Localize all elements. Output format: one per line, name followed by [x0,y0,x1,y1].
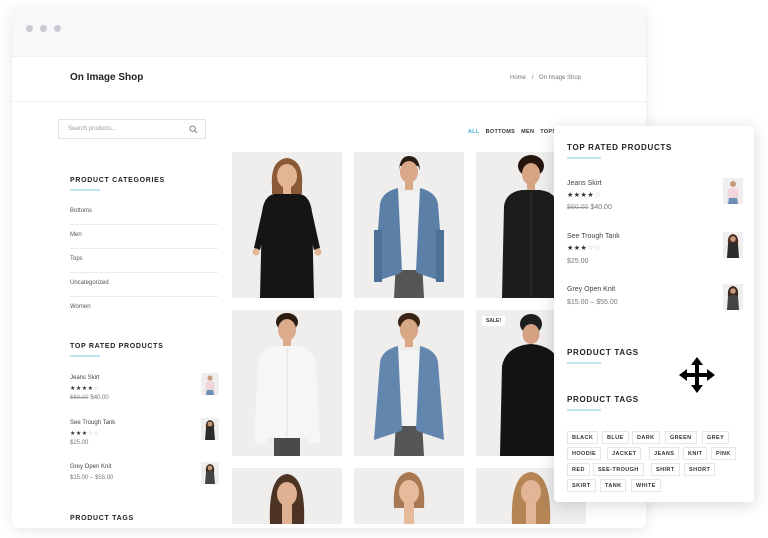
site-header: On Image Shop Home / On Image Shop [12,57,646,102]
rating-stars: ★★★☆☆ [70,431,100,437]
search-placeholder: Search products... [68,126,117,132]
category-link[interactable]: Tops [58,256,206,280]
product-name-link[interactable]: Jeans Skirt [70,375,100,381]
product-card[interactable] [232,310,342,456]
tag-link[interactable]: JACKET [607,447,642,460]
tag-link[interactable]: SHORT [684,463,716,476]
tag-link[interactable]: GREEN [665,431,697,444]
tag-link[interactable]: SHIRT [651,463,680,476]
window-dot-icon[interactable] [54,25,61,32]
product-image [252,158,322,298]
product-filters: ALL BOTTOMS MEN TOPS [468,129,562,135]
top-rated-heading: TOP RATED PRODUCTS [70,343,164,350]
product-name-link[interactable]: See Trough Tank [567,233,620,240]
breadcrumb-separator: / [531,75,534,81]
tag-link[interactable]: RED [567,463,590,476]
product-price: $25.00 [567,258,589,265]
panel-tags-heading: PRODUCT TAGS [567,395,639,404]
product-image [374,156,444,298]
rating-stars: ★★★★☆ [567,192,601,199]
search-icon[interactable] [189,125,198,134]
product-thumbnail[interactable] [723,284,743,310]
heading-underline [567,409,601,411]
product-thumbnail[interactable] [201,418,219,440]
product-thumbnail[interactable] [723,178,743,204]
product-tags-heading: PRODUCT TAGS [70,515,134,522]
product-price: $60.00 $40.00 [70,395,109,401]
widget-panel[interactable]: TOP RATED PRODUCTS Jeans Skirt ★★★★☆ $60… [554,126,754,502]
window-titlebar [12,8,646,57]
move-icon[interactable] [679,357,715,393]
window-dot-icon[interactable] [26,25,33,32]
heading-underline [70,355,100,357]
heading-underline [70,189,100,191]
product-card[interactable] [354,468,464,524]
window-dot-icon[interactable] [40,25,47,32]
tag-link[interactable]: HOODIE [567,447,602,460]
product-name-link[interactable]: Jeans Skirt [567,180,602,187]
breadcrumb: Home / On Image Shop [510,75,585,81]
tag-link[interactable]: PINK [711,447,736,460]
product-image [374,313,444,456]
tag-link[interactable]: BLUE [602,431,629,444]
product-image [269,474,305,524]
category-link[interactable]: Men [58,232,206,256]
product-thumbnail[interactable] [201,373,219,395]
panel-top-rated-heading: TOP RATED PRODUCTS [567,143,673,152]
heading-underline [567,157,601,159]
tag-link[interactable]: TANK [600,479,627,492]
breadcrumb-current: On Image Shop [539,75,582,81]
divider [70,272,218,273]
filter-bottoms[interactable]: BOTTOMS [486,129,516,135]
divider [70,296,218,297]
breadcrumb-home[interactable]: Home [510,75,526,81]
product-card[interactable] [232,468,342,524]
category-link[interactable]: Uncategorized [58,280,206,304]
product-name-link[interactable]: See Trough Tank [70,420,115,426]
product-card[interactable] [232,152,342,298]
heading-underline [567,362,601,364]
tag-link[interactable]: WHITE [631,479,661,492]
category-link[interactable]: Women [58,304,206,328]
site-title[interactable]: On Image Shop [70,72,143,83]
tag-link[interactable]: JEANS [649,447,680,460]
tag-link[interactable]: KNIT [683,447,708,460]
rating-stars: ★★★★☆ [70,386,100,392]
tag-link[interactable]: SKIRT [567,479,596,492]
product-image [254,313,320,456]
tag-link[interactable]: BLACK [567,431,599,444]
product-price: $15.00 – $55.00 [567,299,618,306]
categories-heading: PRODUCT CATEGORIES [70,177,165,184]
filter-men[interactable]: MEN [521,129,534,135]
product-card[interactable] [354,310,464,456]
divider [70,248,218,249]
panel-tags-heading: PRODUCT TAGS [567,348,639,357]
filter-all[interactable]: ALL [468,129,480,135]
category-link[interactable]: Bottoms [58,208,206,232]
product-thumbnail[interactable] [723,232,743,258]
tag-link[interactable]: SEE-TROUGH [593,463,644,476]
product-name-link[interactable]: Grey Open Knit [70,464,111,470]
tag-link[interactable]: GREY [702,431,730,444]
product-name-link[interactable]: Grey Open Knit [567,286,615,293]
product-price: $60.00 $40.00 [567,204,612,211]
product-price: $15.00 – $55.00 [70,475,114,481]
tag-link[interactable]: DARK [632,431,660,444]
search-input[interactable]: Search products... [58,119,206,139]
sale-badge: SALE! [482,316,505,326]
rating-stars: ★★★☆☆ [567,245,601,252]
product-thumbnail[interactable] [201,462,219,484]
divider [70,224,218,225]
product-image [393,472,425,524]
product-price: $25.00 [70,440,89,446]
product-card[interactable] [354,152,464,298]
